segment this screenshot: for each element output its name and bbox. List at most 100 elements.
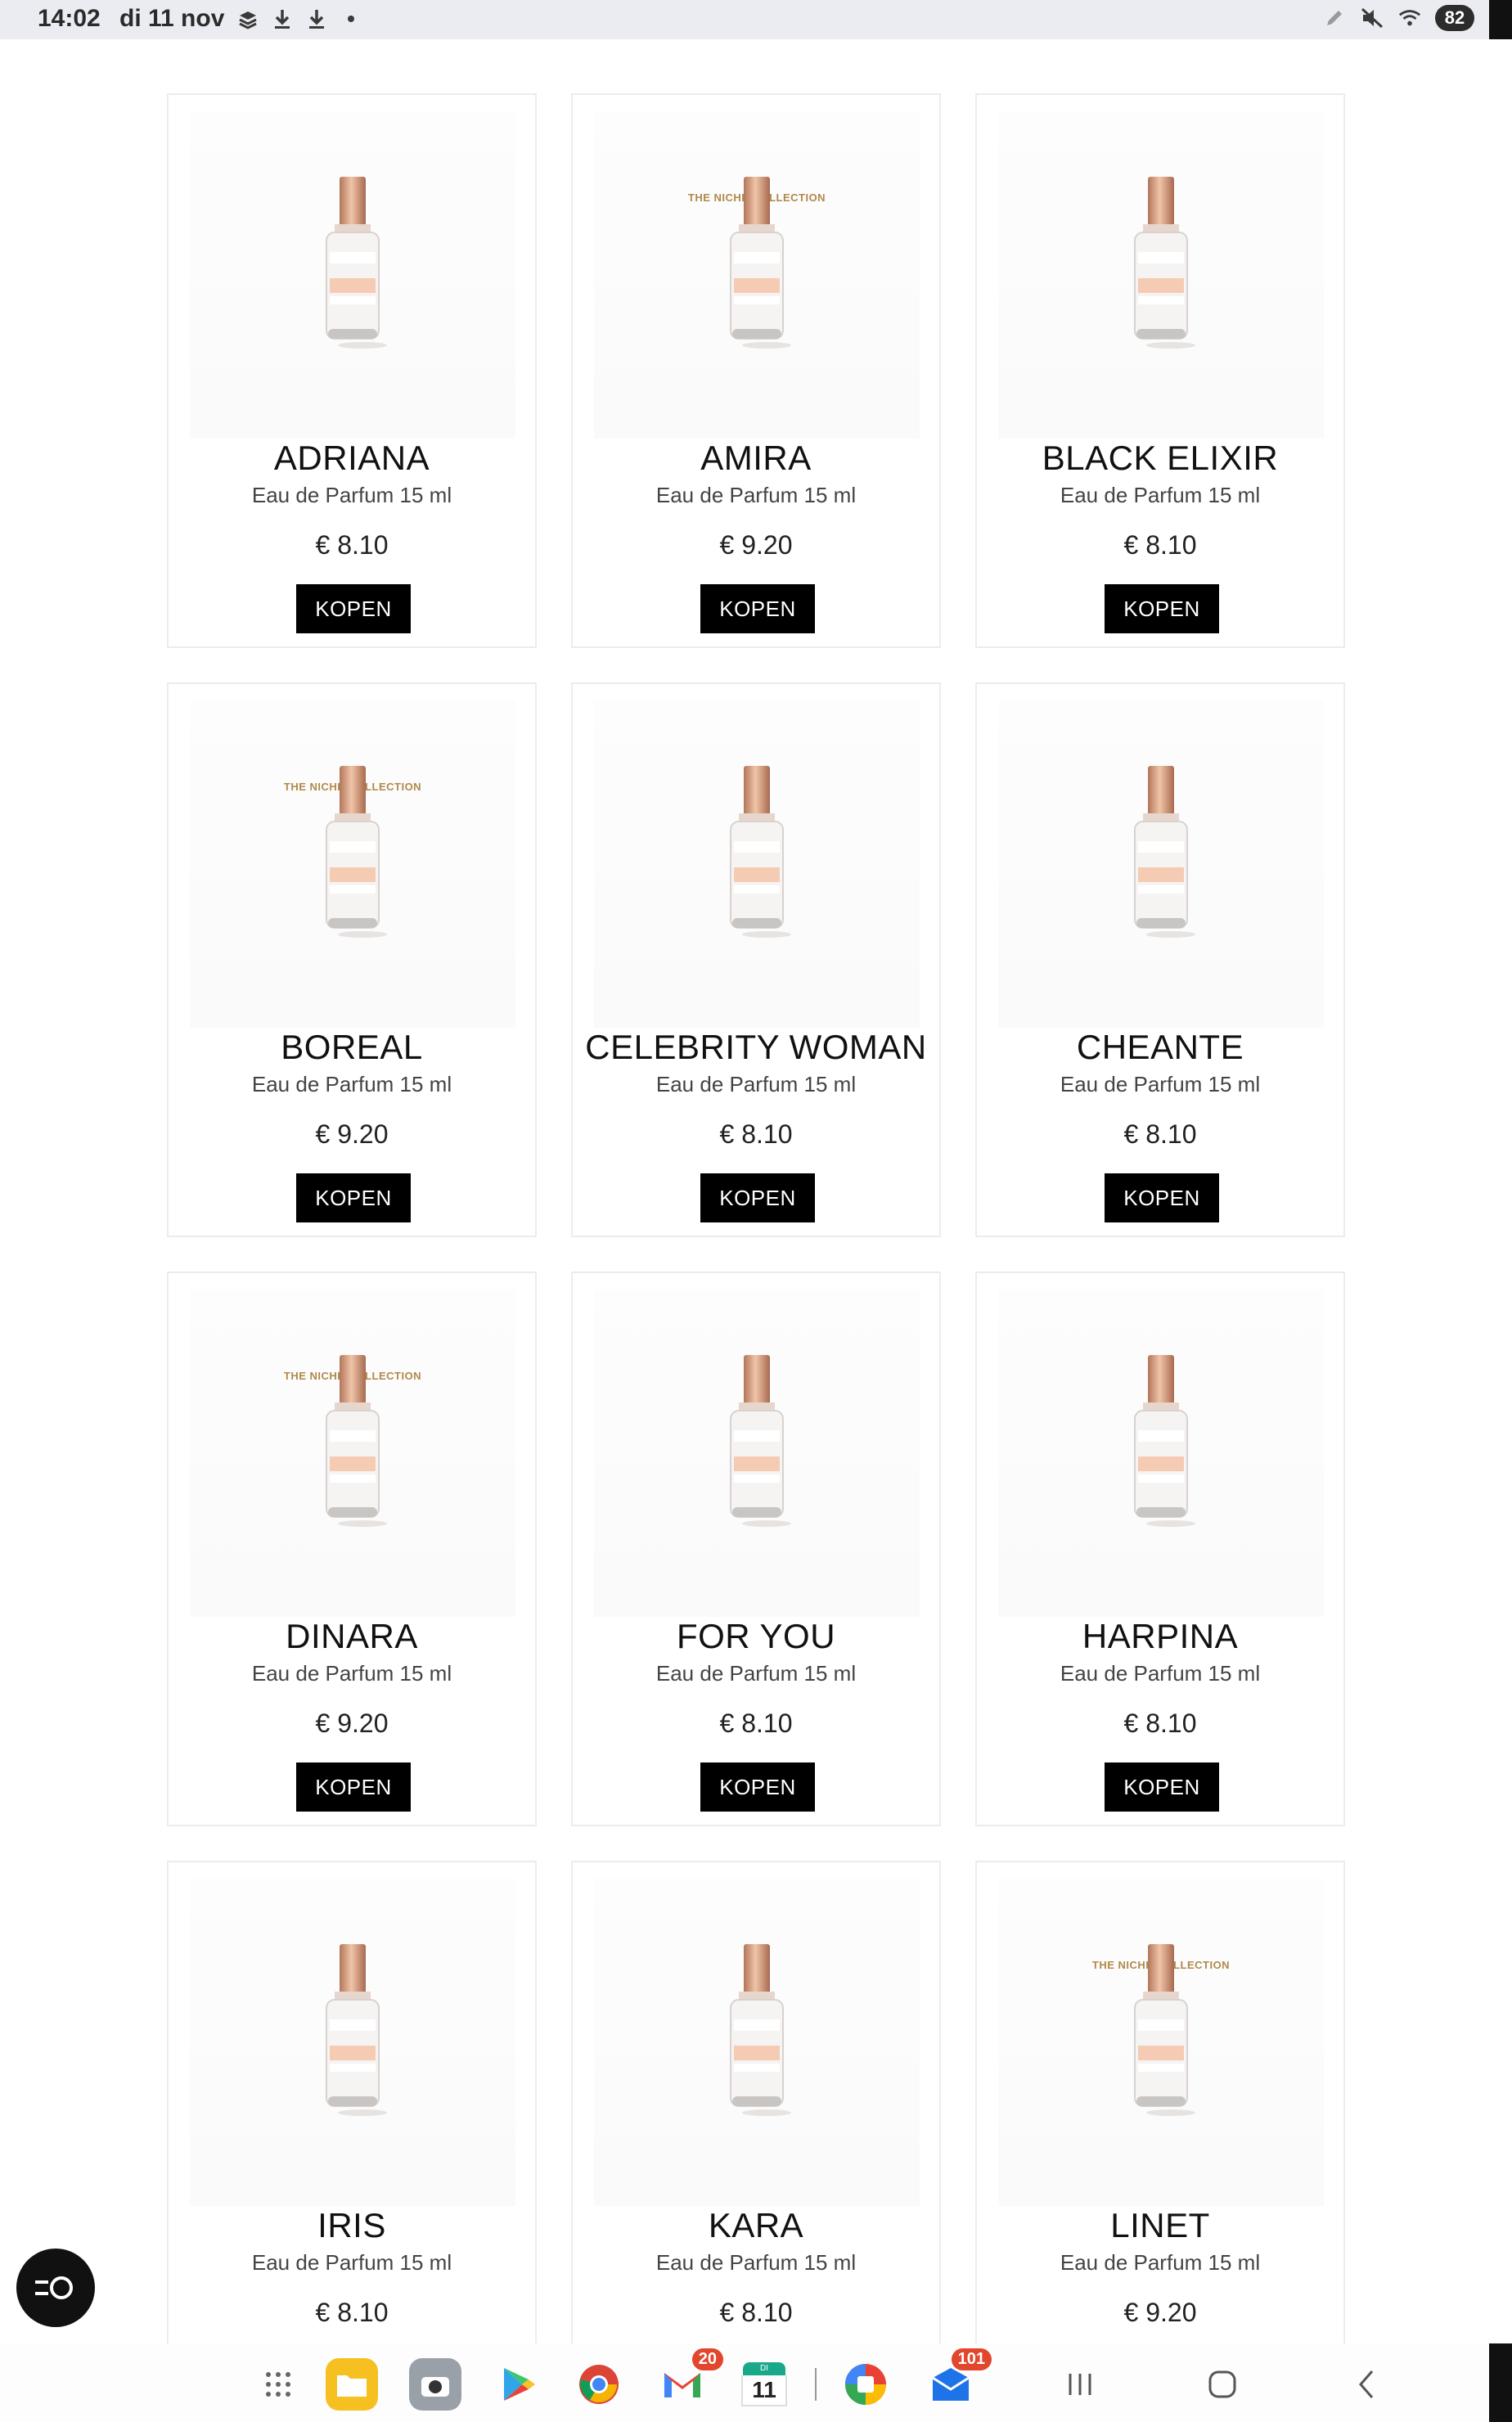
product-image[interactable]: THE NICHE COLLECTION: [594, 111, 920, 439]
product-card[interactable]: ADRIANA Eau de Parfum 15 ml € 8.10 KOPEN: [167, 93, 537, 648]
buy-button[interactable]: KOPEN: [296, 584, 411, 633]
calendar-app[interactable]: DI 11: [738, 2358, 790, 2411]
perfume-bottle-icon: [326, 177, 387, 349]
product-card[interactable]: KARA Eau de Parfum 15 ml € 8.10: [571, 1861, 941, 2415]
product-price: € 8.10: [1123, 530, 1197, 560]
buy-button[interactable]: KOPEN: [296, 1762, 411, 1812]
product-subtitle: Eau de Parfum 15 ml: [1060, 483, 1261, 507]
perfume-bottle-icon: [730, 177, 791, 349]
gmail-app[interactable]: 20: [656, 2348, 723, 2411]
product-price: € 9.20: [719, 530, 793, 560]
perfume-bottle-icon: [326, 1944, 387, 2116]
product-name[interactable]: HARPINA: [977, 1617, 1343, 1656]
product-card[interactable]: CELEBRITY WOMAN Eau de Parfum 15 ml € 8.10…: [571, 682, 941, 1237]
perfume-bottle-icon: [1134, 766, 1195, 938]
photos-app[interactable]: [839, 2358, 892, 2411]
dot-icon: [339, 7, 363, 31]
buy-button[interactable]: KOPEN: [1105, 1173, 1219, 1222]
product-name[interactable]: AMIRA: [573, 439, 939, 478]
product-subtitle: Eau de Parfum 15 ml: [655, 1661, 857, 1686]
recent-apps-icon: [1069, 2374, 1091, 2395]
product-card[interactable]: THE NICHE COLLECTION AMIRA Eau de Parfum 1…: [571, 93, 941, 648]
screen-edge: [1489, 0, 1512, 39]
battery-indicator: 82: [1435, 5, 1474, 31]
product-image[interactable]: [998, 1290, 1324, 1617]
product-name[interactable]: FOR YOU: [573, 1617, 939, 1656]
camera-app[interactable]: [409, 2358, 461, 2411]
product-name[interactable]: CELEBRITY WOMAN: [573, 1028, 939, 1067]
product-image[interactable]: [190, 1879, 515, 2206]
status-bar: 14:02 di 11 nov 82: [0, 0, 1512, 39]
product-image[interactable]: [594, 1290, 920, 1617]
play-store-app[interactable]: [493, 2358, 545, 2411]
screen-edge-bottom: [1489, 2343, 1512, 2422]
product-price: € 8.10: [719, 2298, 793, 2327]
home-icon: [1208, 2370, 1236, 2398]
product-image[interactable]: THE NICHE COLLECTION: [998, 1879, 1324, 2206]
product-subtitle: Eau de Parfum 15 ml: [655, 1072, 857, 1096]
product-subtitle: Eau de Parfum 15 ml: [1060, 1072, 1261, 1096]
status-date: di 11 nov: [119, 5, 225, 32]
product-price: € 9.20: [1123, 2298, 1197, 2327]
product-price: € 8.10: [315, 2298, 389, 2327]
app-drawer-button[interactable]: [252, 2358, 304, 2411]
product-price: € 8.10: [315, 530, 389, 560]
product-card[interactable]: THE NICHE COLLECTION DINARA Eau de Parfum …: [167, 1272, 537, 1826]
product-card[interactable]: THE NICHE COLLECTION BOREAL Eau de Parfum …: [167, 682, 537, 1237]
product-card[interactable]: HARPINA Eau de Parfum 15 ml € 8.10 KOPEN: [975, 1272, 1345, 1826]
product-image[interactable]: [190, 111, 515, 439]
taskbar: 20 DI 11 101: [0, 2343, 1512, 2422]
product-name[interactable]: CHEANTE: [977, 1028, 1343, 1067]
mute-icon: [1360, 6, 1384, 30]
perfume-bottle-icon: [326, 1355, 387, 1527]
pen-icon: [1322, 6, 1347, 30]
product-price: € 8.10: [1123, 1708, 1197, 1738]
product-image[interactable]: [594, 1879, 920, 2206]
product-card[interactable]: IRIS Eau de Parfum 15 ml € 8.10: [167, 1861, 537, 2415]
grid-dots-icon: [266, 2372, 290, 2397]
product-price: € 9.20: [315, 1119, 389, 1149]
product-name[interactable]: KARA: [573, 2206, 939, 2245]
product-name[interactable]: ADRIANA: [169, 439, 535, 478]
perfume-bottle-icon: [1134, 1944, 1195, 2116]
perfume-bottle-icon: [730, 1944, 791, 2116]
status-time: 14:02: [38, 5, 101, 32]
back-button[interactable]: [1342, 2360, 1391, 2409]
recent-apps-button[interactable]: [1055, 2360, 1105, 2409]
product-subtitle: Eau de Parfum 15 ml: [1060, 1661, 1261, 1686]
product-image[interactable]: THE NICHE COLLECTION: [190, 700, 515, 1028]
product-image[interactable]: THE NICHE COLLECTION: [190, 1290, 515, 1617]
photos-icon: [845, 2364, 886, 2405]
product-price: € 9.20: [315, 1708, 389, 1738]
buy-button[interactable]: KOPEN: [700, 1762, 815, 1812]
product-image[interactable]: [998, 700, 1324, 1028]
buy-button[interactable]: KOPEN: [1105, 584, 1219, 633]
perfume-bottle-icon: [730, 766, 791, 938]
product-name[interactable]: IRIS: [169, 2206, 535, 2245]
product-price: € 8.10: [719, 1119, 793, 1149]
buy-button[interactable]: KOPEN: [1105, 1762, 1219, 1812]
chrome-icon: [579, 2365, 619, 2404]
product-card[interactable]: CHEANTE Eau de Parfum 15 ml € 8.10 KOPEN: [975, 682, 1345, 1237]
product-image[interactable]: [594, 700, 920, 1028]
product-name[interactable]: BOREAL: [169, 1028, 535, 1067]
my-files-app[interactable]: [326, 2358, 378, 2411]
product-name[interactable]: DINARA: [169, 1617, 535, 1656]
buy-button[interactable]: KOPEN: [700, 584, 815, 633]
product-card[interactable]: FOR YOU Eau de Parfum 15 ml € 8.10 KOPEN: [571, 1272, 941, 1826]
mail-app[interactable]: 101: [925, 2348, 992, 2411]
lens-floating-button[interactable]: [16, 2249, 95, 2327]
home-button[interactable]: [1198, 2360, 1247, 2409]
buy-button[interactable]: KOPEN: [700, 1173, 815, 1222]
product-subtitle: Eau de Parfum 15 ml: [1060, 2250, 1261, 2275]
lens-icon: [35, 2276, 73, 2299]
product-name[interactable]: BLACK ELIXIR: [977, 439, 1343, 478]
product-image[interactable]: [998, 111, 1324, 439]
calendar-weekday: DI: [743, 2362, 785, 2375]
product-card[interactable]: BLACK ELIXIR Eau de Parfum 15 ml € 8.10 KOP…: [975, 93, 1345, 648]
product-card[interactable]: THE NICHE COLLECTION LINET Eau de Parfum 1…: [975, 1861, 1345, 2415]
product-name[interactable]: LINET: [977, 2206, 1343, 2245]
gmail-badge: 20: [691, 2348, 723, 2370]
chrome-app[interactable]: [573, 2358, 625, 2411]
buy-button[interactable]: KOPEN: [296, 1173, 411, 1222]
